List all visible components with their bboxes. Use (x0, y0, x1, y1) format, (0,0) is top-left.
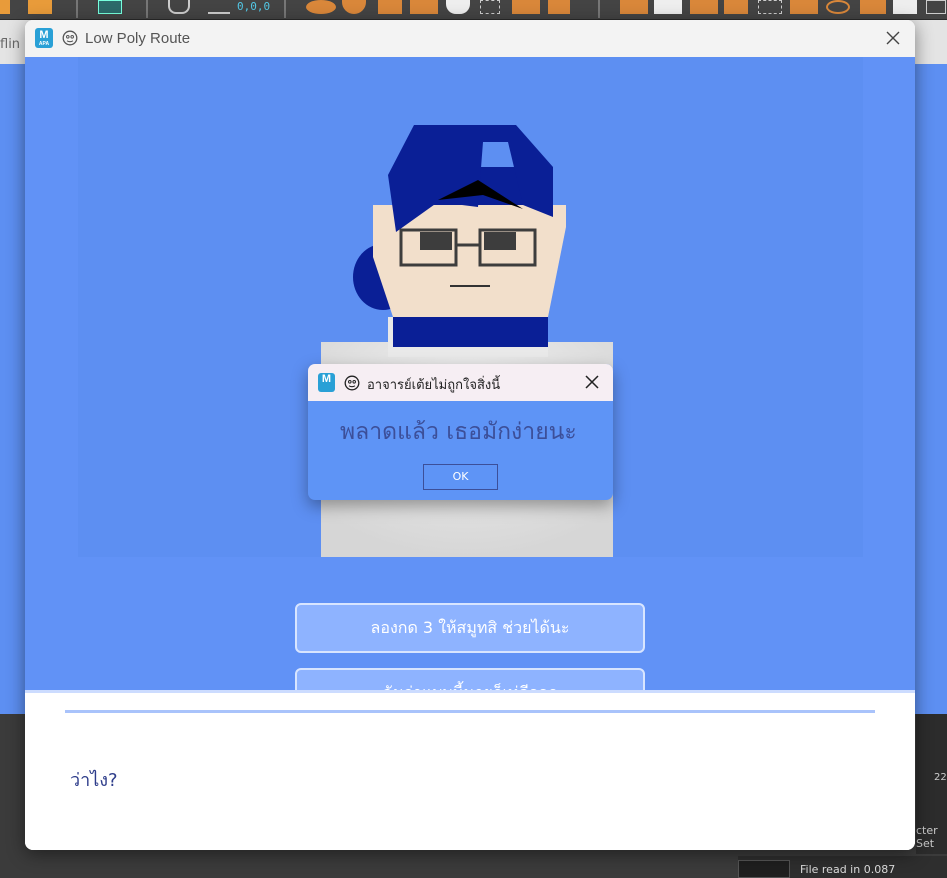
choice-button-smooth[interactable]: ลองกด 3 ให้สมูทสิ ช่วยได้นะ (295, 603, 645, 653)
command-line-input[interactable] (738, 860, 790, 878)
merge-icon[interactable] (758, 0, 782, 14)
maya-app-icon: M APA (35, 28, 53, 48)
popup-message: พลาดแล้ว เธอมักง่ายนะ (340, 419, 577, 445)
popup-title: อาจารย์เต้ยไม่ถูกใจสิ่งนี้ (367, 378, 501, 393)
coordinate-readout[interactable]: 0,0,0 (237, 0, 270, 13)
dialogue-box: ว่าไง? (25, 690, 915, 850)
snap-icon[interactable] (208, 0, 230, 14)
target-weld-icon[interactable] (860, 0, 886, 14)
torus-icon[interactable] (512, 0, 540, 14)
append-icon[interactable] (724, 0, 748, 14)
toolbar-separator (146, 0, 148, 18)
close-icon[interactable] (883, 28, 903, 48)
character-set-label: cter Set (916, 824, 938, 850)
cube-icon[interactable] (378, 0, 402, 14)
toolbar-separator (598, 0, 600, 18)
svg-icon[interactable] (28, 0, 52, 14)
grid-icon[interactable] (98, 0, 122, 14)
status-message: File read in 0.087 seconds. (800, 863, 896, 878)
bridge-icon[interactable] (690, 0, 718, 14)
window-titlebar[interactable]: M APA Low Poly Route (25, 20, 915, 57)
bevel-icon[interactable] (654, 0, 682, 14)
cone-icon[interactable] (446, 0, 470, 14)
character-eye-right (484, 232, 516, 250)
polygon-tool-icon[interactable] (306, 0, 336, 14)
toolbar-separator (76, 0, 78, 18)
dialogue-divider (65, 710, 875, 713)
character-eye-left (420, 232, 452, 250)
close-icon[interactable] (583, 373, 601, 391)
magnet-icon[interactable] (168, 0, 190, 14)
face-emoji-icon (344, 375, 360, 391)
extrude-icon[interactable] (620, 0, 648, 14)
face-emoji-icon (62, 30, 78, 46)
uv-icon[interactable] (926, 0, 946, 14)
plane-icon[interactable] (480, 0, 500, 14)
background-toolbar: 0,0,0 (0, 0, 947, 20)
message-popup: M อาจารย์เต้ยไม่ถูกใจสิ่งนี้ พลาดแล้ว เธ… (308, 364, 613, 500)
stack-icon[interactable] (893, 0, 917, 14)
background-tab-label: flin (0, 37, 21, 52)
pipe-icon[interactable] (548, 0, 570, 14)
toolbar-icon[interactable] (0, 0, 10, 14)
window-title: Low Poly Route (85, 30, 191, 47)
popup-titlebar[interactable]: M อาจารย์เต้ยไม่ถูกใจสิ่งนี้ (308, 364, 613, 401)
multicut-icon[interactable] (790, 0, 818, 14)
timeline-frame-number: 22 (934, 772, 947, 783)
cylinder-icon[interactable] (410, 0, 438, 14)
sphere-icon[interactable] (342, 0, 366, 14)
maya-app-icon: M (318, 373, 335, 392)
toolbar-separator (284, 0, 286, 18)
dialogue-text: ว่าไง? (70, 770, 118, 791)
wheel-icon[interactable] (826, 0, 850, 14)
ok-button[interactable]: OK (423, 464, 498, 490)
